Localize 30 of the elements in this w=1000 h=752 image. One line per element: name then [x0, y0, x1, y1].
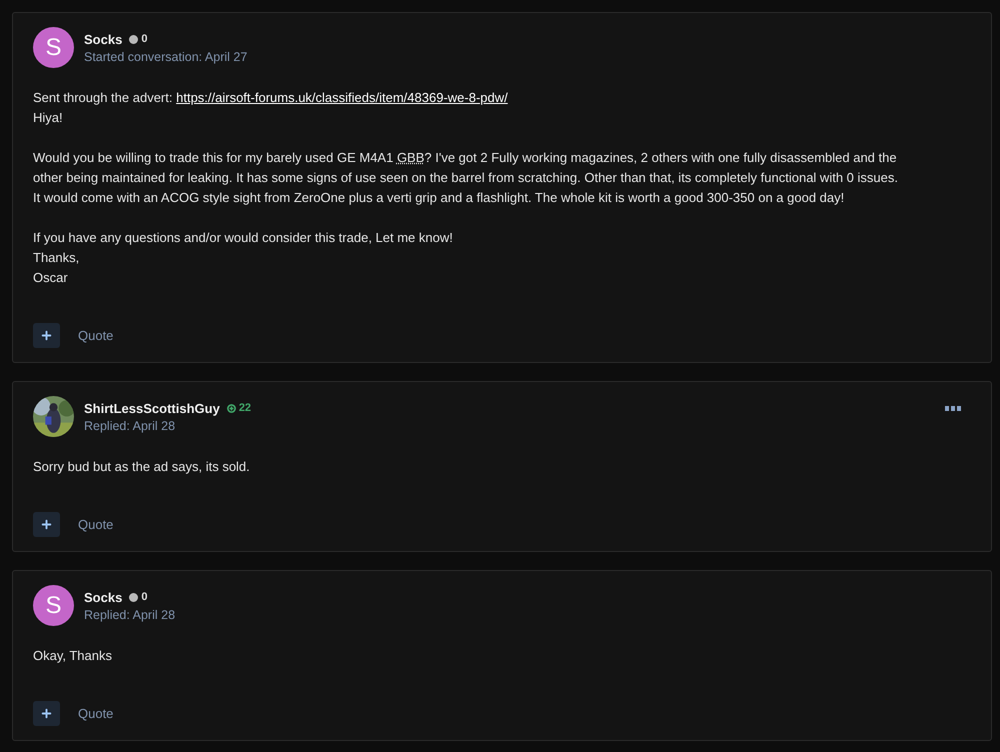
post-text: Sent through the advert: https://airsoft-forums.uk/classifieds/item/48369-we-8-pdw/ Hiya!: [33, 89, 509, 127]
advert-link[interactable]: https://airsoft-forums.uk/classifieds/item/48369-we-8-pdw/: [176, 90, 508, 105]
quote-link[interactable]: Quote: [78, 517, 114, 532]
quote-link[interactable]: Quote: [78, 706, 114, 721]
quote-link[interactable]: Quote: [78, 328, 114, 343]
reputation-count: 0: [129, 591, 148, 603]
more-options-icon[interactable]: [945, 406, 961, 412]
add-button[interactable]: [33, 323, 60, 348]
plus-icon: [40, 329, 53, 342]
avatar[interactable]: S: [33, 27, 74, 68]
post-date: Replied: April 28: [84, 418, 176, 432]
post-text: Okay, Thanks: [33, 647, 113, 665]
add-button[interactable]: [33, 512, 60, 537]
post-text: Sorry bud but as the ad says, its sold.: [33, 458, 251, 476]
post-date: Replied: April 28: [84, 608, 176, 622]
plus-icon: [40, 707, 53, 720]
post-date: Started conversation: April 27: [84, 50, 248, 64]
plus-icon: [40, 518, 53, 531]
reputation-count: 22: [226, 402, 252, 414]
reputation-count: 0: [129, 33, 148, 45]
dot-icon: [129, 592, 138, 602]
plus-circle-icon: [226, 404, 236, 412]
author-name[interactable]: Socks: [84, 590, 122, 604]
post-text: Would you be willing to trade this for my barely used GE M4A1 GBB? I've got 2 Fully working magazines, 2 others with one fully disassembled and the other being maintained for leaking. It has some signs of use seen on the barrel from scratching. Other than that, its completely functional with 0 issues. It would come with an ACOG style sight from ZeroOne plus a verti grip and a flashlight. The whole kit is worth a good 300-350 on a good day!: [33, 149, 899, 207]
avatar[interactable]: S: [33, 585, 74, 626]
dot-icon: [129, 34, 138, 44]
add-button[interactable]: [33, 701, 60, 726]
post-text: If you have any questions and/or would consider this trade, Let me know! Thanks, Oscar: [33, 229, 454, 287]
author-name[interactable]: ShirtLessScottishGuy: [84, 400, 220, 416]
author-name[interactable]: Socks: [84, 32, 122, 46]
